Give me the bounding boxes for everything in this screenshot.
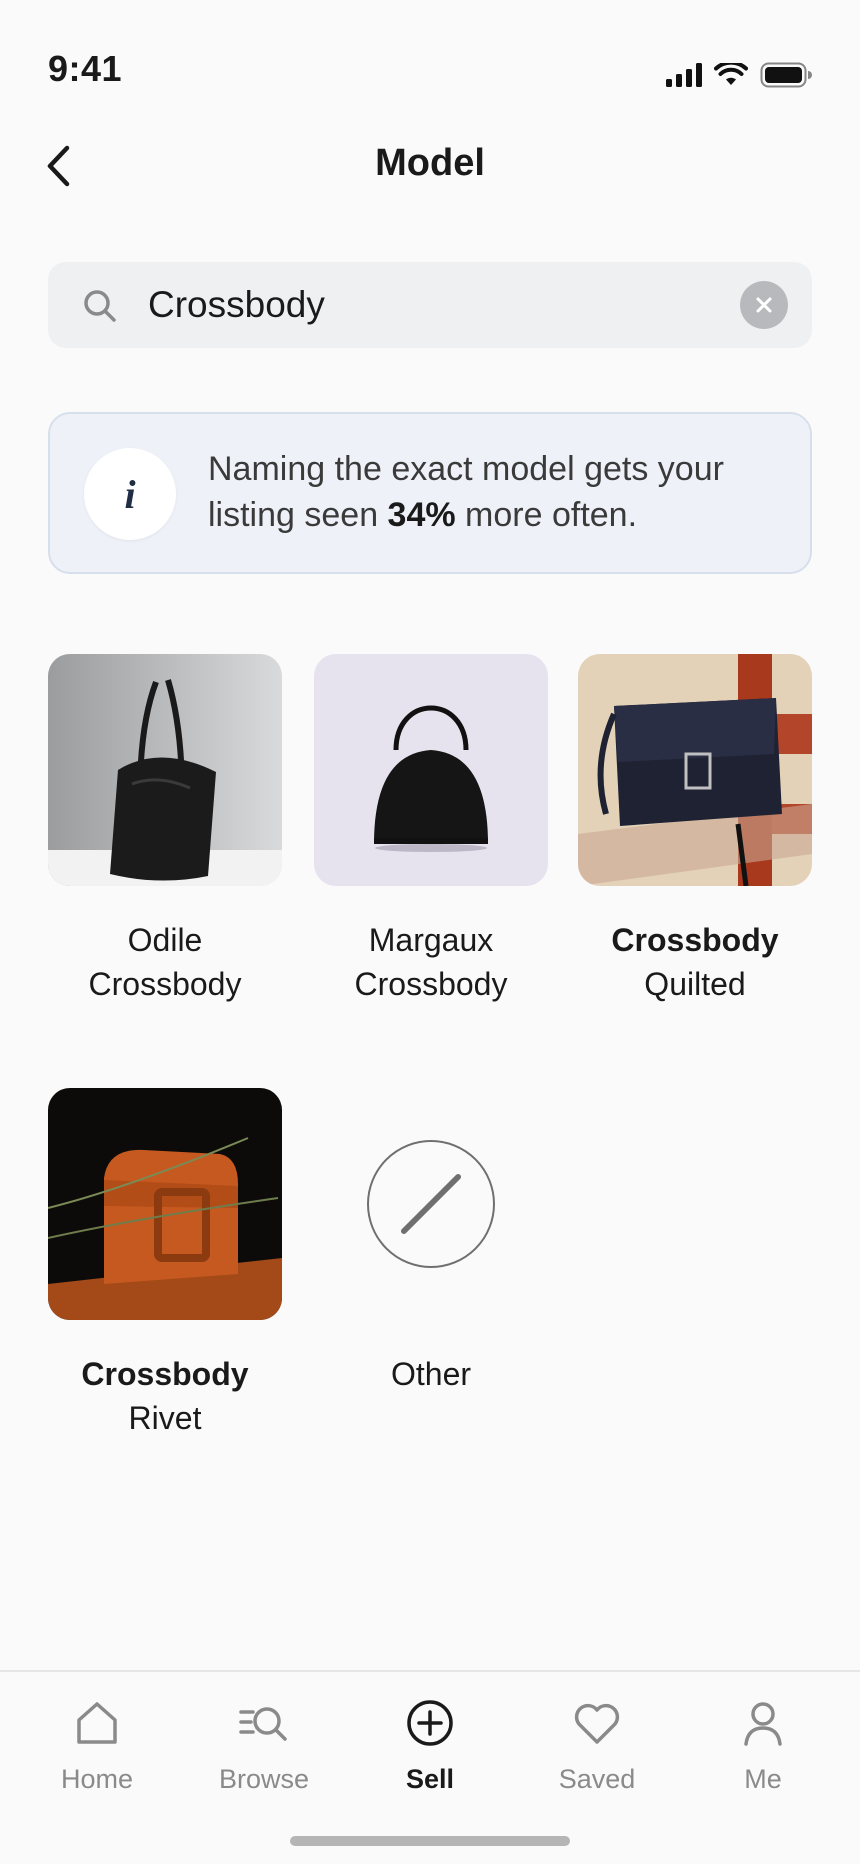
bag-image <box>314 654 548 886</box>
status-bar: 9:41 <box>0 0 860 120</box>
bag-image <box>48 1088 282 1320</box>
status-time: 9:41 <box>48 48 123 89</box>
browse-icon <box>239 1707 287 1741</box>
heart-icon <box>574 1703 620 1744</box>
home-indicator <box>290 1836 570 1846</box>
tab-saved[interactable]: Saved <box>527 1698 667 1795</box>
model-label: Crossbody Rivet <box>81 1356 249 1436</box>
info-banner-text: Naming the exact model gets your listing… <box>208 450 724 534</box>
clear-icon <box>756 297 772 313</box>
model-option-margaux-crossbody[interactable]: Margaux Crossbody <box>314 654 548 1006</box>
other-placeholder <box>314 1088 548 1320</box>
model-option-crossbody-rivet[interactable]: Crossbody Rivet <box>48 1088 282 1440</box>
sell-plus-icon <box>407 1700 453 1746</box>
tab-bar: Home Browse Sell Saved Me <box>0 1670 860 1864</box>
model-label: Other <box>390 1356 472 1392</box>
search-box[interactable] <box>48 262 812 348</box>
wifi-icon <box>714 63 748 85</box>
model-label: Crossbody Quilted <box>611 922 779 1002</box>
cellular-signal-icon <box>666 63 702 87</box>
battery-icon <box>760 62 812 88</box>
tab-sell[interactable]: Sell <box>360 1698 500 1795</box>
search-icon <box>84 290 116 322</box>
info-highlight: 34% <box>387 496 456 534</box>
info-icon: i <box>84 448 176 540</box>
model-option-other[interactable]: Other <box>314 1088 548 1396</box>
home-icon <box>77 1702 117 1744</box>
tab-me[interactable]: Me <box>693 1698 833 1795</box>
search-input[interactable] <box>148 262 748 348</box>
info-banner: i Naming the exact model gets your listi… <box>48 412 812 574</box>
model-label: Margaux Crossbody <box>354 922 508 1002</box>
bag-image <box>578 654 812 886</box>
header: Model <box>0 130 860 200</box>
page-title: Model <box>375 142 485 184</box>
tab-browse[interactable]: Browse <box>194 1698 334 1795</box>
bag-image <box>48 654 282 886</box>
status-icons <box>666 62 812 88</box>
slash-icon <box>367 1140 495 1268</box>
profile-icon <box>744 1702 782 1746</box>
model-option-crossbody-quilted[interactable]: Crossbody Quilted <box>578 654 812 1006</box>
model-label: Odile Crossbody <box>88 922 242 1002</box>
clear-search-button[interactable] <box>740 281 788 329</box>
model-option-odile-crossbody[interactable]: Odile Crossbody <box>48 654 282 1006</box>
tab-home[interactable]: Home <box>27 1698 167 1795</box>
